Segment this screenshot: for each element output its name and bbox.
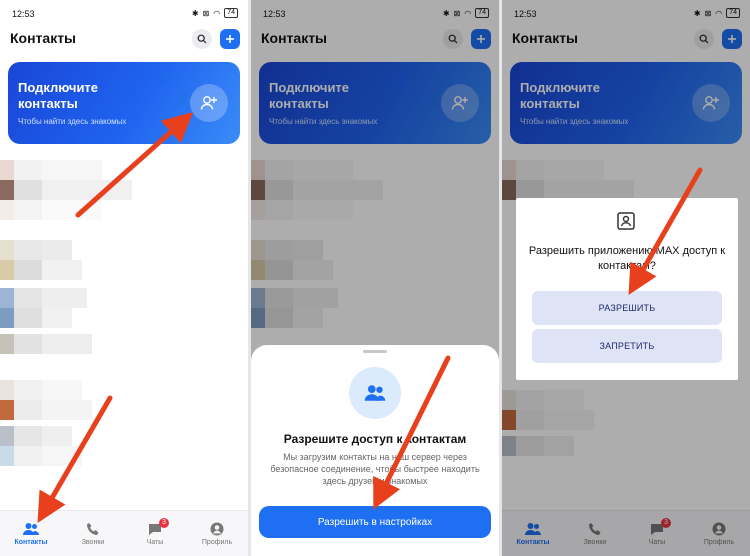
screen-contacts: 12:53 ✱ ⊠ ◠ 74 Контакты 👤 👤 👤 Подключите… — [0, 0, 248, 556]
unread-badge: 3 — [159, 517, 169, 528]
mute-icon: ⊠ — [202, 8, 210, 18]
sheet-title: Разрешите доступ к контактам — [283, 432, 467, 446]
list-item — [0, 308, 160, 328]
open-settings-button[interactable]: Разрешить в настройках — [259, 506, 491, 538]
sheet-icon-circle — [349, 367, 401, 419]
contacts-icon — [23, 522, 39, 535]
battery-icon: 74 — [224, 8, 238, 18]
decor-icon: 👤 — [158, 70, 173, 84]
permission-dialog: Разрешить приложению MAX доступ к контак… — [516, 198, 738, 380]
list-item — [0, 160, 160, 180]
search-icon — [197, 34, 207, 44]
phone-icon — [87, 522, 99, 535]
list-item — [0, 180, 160, 200]
tab-label: Контакты — [14, 538, 48, 546]
add-button[interactable] — [220, 29, 240, 49]
add-contact-button[interactable] — [190, 84, 228, 122]
tab-calls[interactable]: Звонки — [68, 522, 118, 546]
status-bar: 12:53 ✱ ⊠ ◠ 74 — [0, 0, 248, 26]
list-item — [0, 334, 160, 354]
profile-icon — [210, 522, 224, 535]
list-item — [0, 288, 160, 308]
wifi-icon: ◠ — [213, 8, 221, 18]
list-item — [0, 426, 160, 446]
blurred-contact-list — [0, 160, 160, 466]
dialog-title: Разрешить приложению MAX доступ к контак… — [528, 245, 726, 272]
search-button[interactable] — [192, 29, 212, 49]
tab-profile[interactable]: Профиль — [192, 522, 242, 546]
tab-label: Профиль — [201, 538, 233, 546]
banner-subtitle: Чтобы найти здесь знакомых — [18, 117, 127, 126]
list-item — [0, 380, 160, 400]
app-header: Контакты — [0, 26, 248, 52]
list-item — [0, 446, 160, 466]
tab-bar: Контакты Звонки 3 Чаты Профиль — [0, 510, 248, 556]
tab-label: Звонки — [81, 538, 105, 546]
allow-button[interactable]: РАЗРЕШИТЬ — [532, 291, 722, 325]
banner-title-line: Подключите — [18, 80, 99, 95]
tab-contacts[interactable]: Контакты — [6, 522, 56, 546]
permission-bottom-sheet: Разрешите доступ к контактам Мы загрузим… — [251, 345, 499, 556]
list-item — [0, 200, 160, 220]
plus-icon — [226, 35, 234, 43]
deny-button[interactable]: ЗАПРЕТИТЬ — [532, 329, 722, 363]
page-title: Контакты — [10, 30, 77, 46]
tab-label: Чаты — [146, 538, 164, 546]
contacts-icon — [364, 385, 386, 401]
bluetooth-icon: ✱ — [191, 8, 199, 18]
decor-icon: 👤 — [158, 114, 173, 128]
status-time: 12:53 — [12, 9, 35, 19]
list-item — [0, 240, 160, 260]
status-icons: ✱ ⊠ ◠ 74 — [192, 8, 238, 18]
contact-card-icon — [617, 212, 635, 230]
screen-permission-dialog: 12:53 ✱ ⊠ ◠ 74 Контакты 👤 Подключите кон… — [502, 0, 750, 556]
list-item — [0, 400, 160, 420]
tab-chats[interactable]: 3 Чаты — [130, 517, 180, 546]
list-item — [0, 260, 160, 280]
add-user-icon — [200, 96, 217, 110]
sheet-drag-handle[interactable] — [363, 350, 387, 353]
connect-contacts-banner[interactable]: 👤 👤 👤 Подключите контакты Чтобы найти зд… — [8, 62, 240, 144]
decor-icon: 👤 — [176, 92, 191, 106]
banner-title: Подключите контакты — [18, 80, 148, 112]
banner-title-line: контакты — [18, 96, 78, 111]
screen-contacts-sheet: 12:53 ✱ ⊠ ◠ 74 Контакты 👤 👤 Подключите к… — [251, 0, 499, 556]
sheet-description: Мы загрузим контакты на наш сервер через… — [270, 452, 480, 486]
